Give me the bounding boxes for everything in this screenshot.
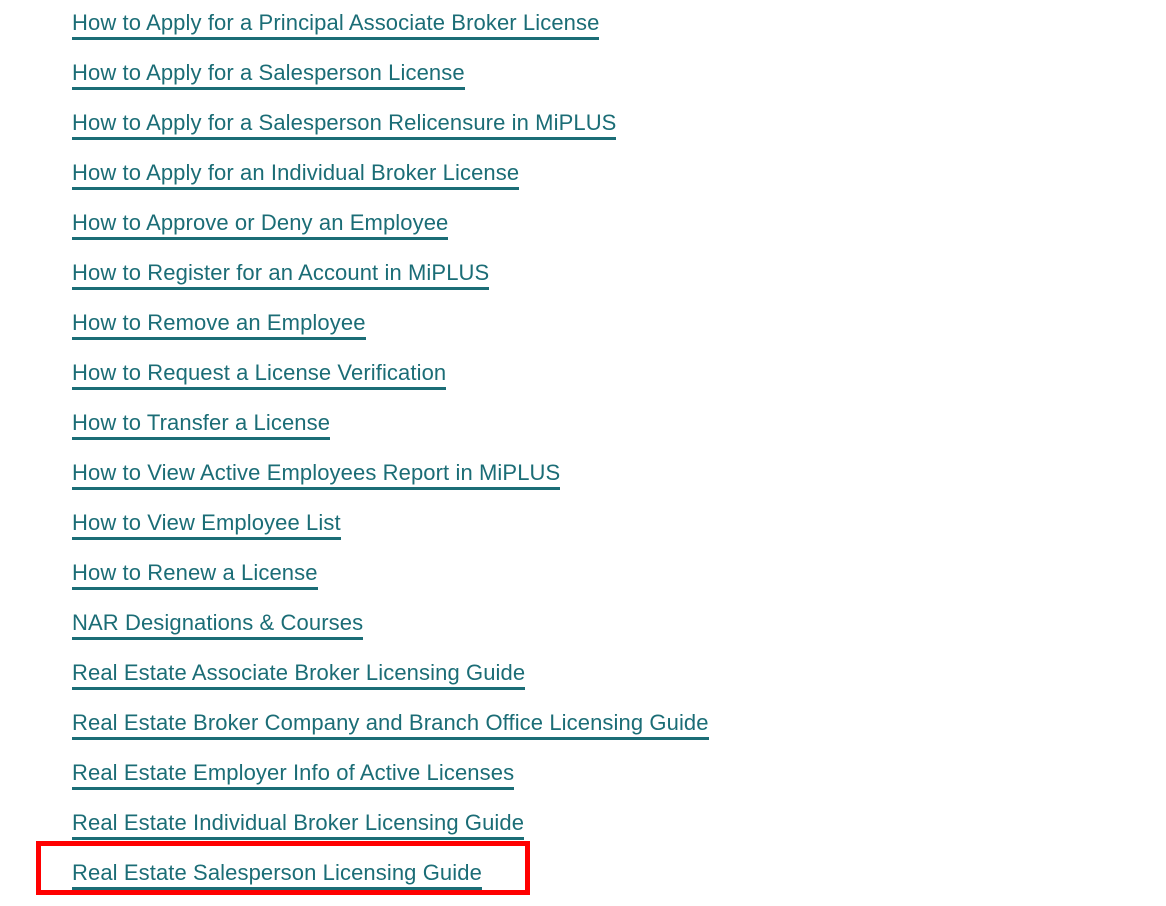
list-item: How to Apply for a Principal Associate B… <box>0 0 709 50</box>
link-real-estate-associate-broker-licensing-guide[interactable]: Real Estate Associate Broker Licensing G… <box>72 660 526 690</box>
link-how-to-request-license-verification[interactable]: How to Request a License Verification <box>72 360 447 390</box>
link-how-to-view-active-employees-report-miplus[interactable]: How to View Active Employees Report in M… <box>72 460 561 490</box>
link-real-estate-broker-company-branch-office-licensing-guide[interactable]: Real Estate Broker Company and Branch Of… <box>72 710 709 740</box>
link-real-estate-individual-broker-licensing-guide[interactable]: Real Estate Individual Broker Licensing … <box>72 810 525 840</box>
list-item: Real Estate Salesperson Licensing Guide <box>0 850 709 900</box>
list-item: How to Remove an Employee <box>0 300 709 350</box>
link-real-estate-salesperson-licensing-guide[interactable]: Real Estate Salesperson Licensing Guide <box>72 860 482 890</box>
list-item: Real Estate Employer Info of Active Lice… <box>0 750 709 800</box>
list-item: How to Renew a License <box>0 550 709 600</box>
list-item: How to Apply for a Salesperson Relicensu… <box>0 100 709 150</box>
link-how-to-transfer-license[interactable]: How to Transfer a License <box>72 410 331 440</box>
document-link-page: How to Apply for a Principal Associate B… <box>0 0 1166 906</box>
link-how-to-register-account-miplus[interactable]: How to Register for an Account in MiPLUS <box>72 260 490 290</box>
list-item: How to View Active Employees Report in M… <box>0 450 709 500</box>
list-item: How to Apply for a Salesperson License <box>0 50 709 100</box>
real-estate-resources-link-list: How to Apply for a Principal Associate B… <box>0 0 709 900</box>
link-real-estate-employer-info-active-licenses[interactable]: Real Estate Employer Info of Active Lice… <box>72 760 515 790</box>
list-item: Real Estate Associate Broker Licensing G… <box>0 650 709 700</box>
list-item: How to Transfer a License <box>0 400 709 450</box>
list-item: How to Apply for an Individual Broker Li… <box>0 150 709 200</box>
list-item: Real Estate Broker Company and Branch Of… <box>0 700 709 750</box>
link-how-to-apply-salesperson-relicensure-miplus[interactable]: How to Apply for a Salesperson Relicensu… <box>72 110 617 140</box>
link-how-to-renew-license[interactable]: How to Renew a License <box>72 560 318 590</box>
link-how-to-view-employee-list[interactable]: How to View Employee List <box>72 510 341 540</box>
link-how-to-apply-principal-associate-broker-license[interactable]: How to Apply for a Principal Associate B… <box>72 10 600 40</box>
link-how-to-apply-individual-broker-license[interactable]: How to Apply for an Individual Broker Li… <box>72 160 520 190</box>
link-how-to-approve-or-deny-employee[interactable]: How to Approve or Deny an Employee <box>72 210 449 240</box>
list-item: How to Request a License Verification <box>0 350 709 400</box>
list-item: How to Approve or Deny an Employee <box>0 200 709 250</box>
list-item: How to View Employee List <box>0 500 709 550</box>
list-item: NAR Designations & Courses <box>0 600 709 650</box>
list-item: Real Estate Individual Broker Licensing … <box>0 800 709 850</box>
link-how-to-apply-salesperson-license[interactable]: How to Apply for a Salesperson License <box>72 60 465 90</box>
link-nar-designations-and-courses[interactable]: NAR Designations & Courses <box>72 610 364 640</box>
link-how-to-remove-employee[interactable]: How to Remove an Employee <box>72 310 366 340</box>
list-item: How to Register for an Account in MiPLUS <box>0 250 709 300</box>
